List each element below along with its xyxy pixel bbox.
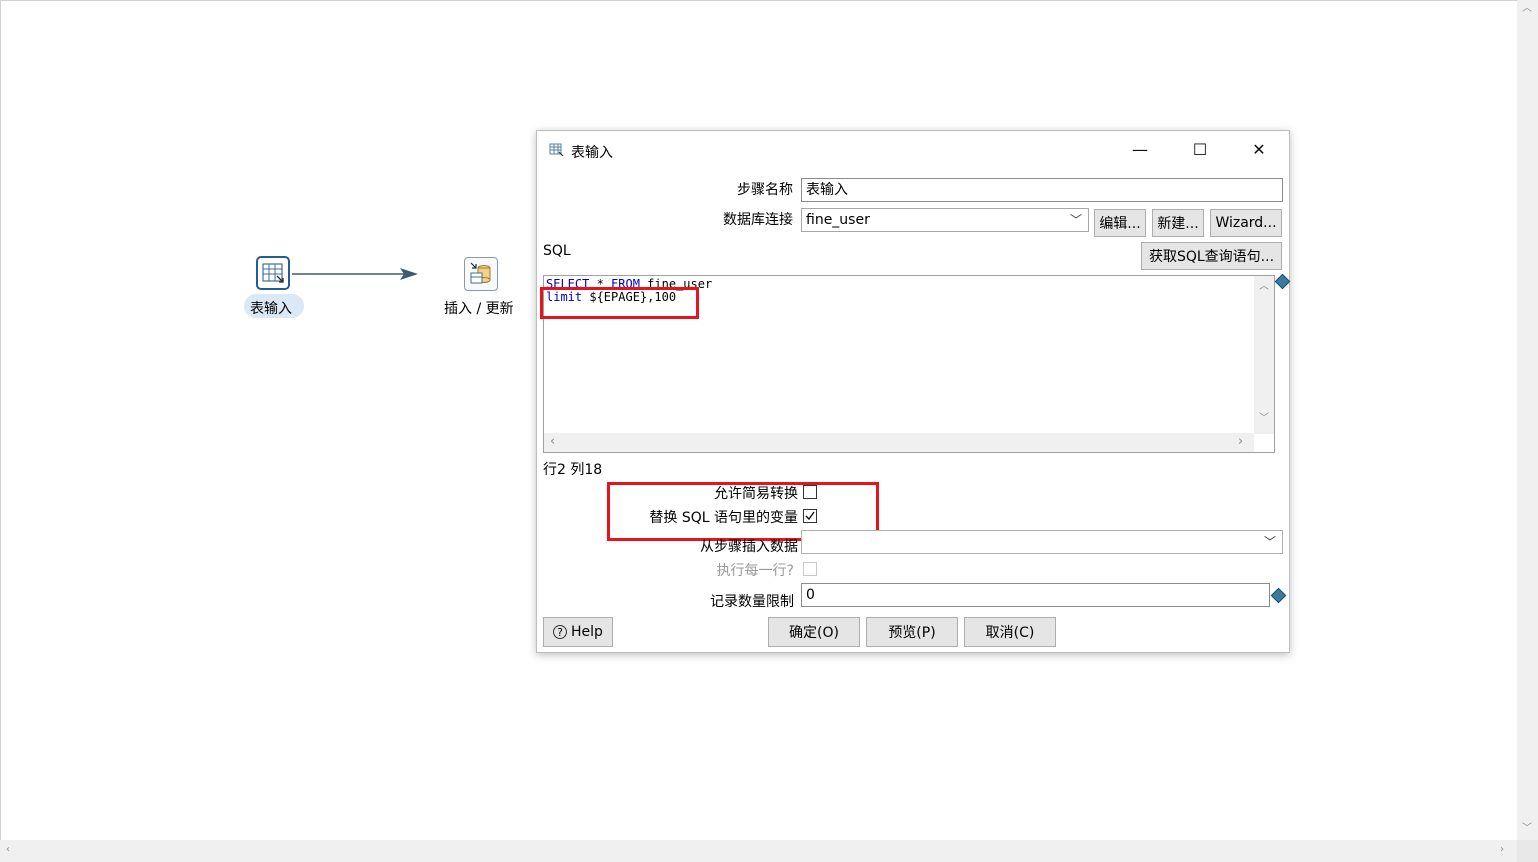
connection-label: 数据库连接 [723,212,793,228]
scroll-down-icon[interactable]: ﹀ [1259,414,1269,424]
sql-horizontal-scrollbar[interactable]: ‹ › [544,433,1254,452]
ok-button[interactable]: 确定(O) [768,617,860,647]
chevron-down-icon: ﹀ [1069,213,1082,227]
step-insert-update-label[interactable]: 插入 / 更新 [444,298,514,318]
wizard-button[interactable]: Wizard... [1210,209,1282,237]
variable-icon [1274,273,1291,290]
step-name-label: 步骤名称 [737,182,793,198]
insert-update-icon [470,262,491,284]
new-connection-button[interactable]: 新建... [1152,209,1204,237]
edit-connection-button[interactable]: 编辑... [1094,209,1146,237]
limit-label: 记录数量限制 [710,594,794,610]
minimize-button[interactable]: — [1117,131,1163,167]
execute-each-row-checkbox[interactable] [803,562,817,576]
dialog-title: 表输入 [571,145,613,161]
table-input-dialog: 表输入 — ☐ ✕ 步骤名称 表输入 数据库连接 fine_user ﹀ 编辑.… [536,130,1291,653]
limit-input[interactable]: 0 [801,583,1270,607]
connection-value: fine_user [806,212,870,228]
insert-from-step-select[interactable]: ﹀ [801,530,1283,554]
minimize-icon: — [1132,139,1148,159]
step-table-input[interactable] [256,256,290,290]
close-icon: ✕ [1252,139,1266,159]
step-insert-update[interactable] [464,257,498,291]
cancel-button[interactable]: 取消(C) [964,617,1056,647]
maximize-icon: ☐ [1192,139,1208,159]
sql-label: SQL [543,243,571,259]
execute-each-row-label: 执行每一行? [716,563,794,579]
chevron-down-icon: ﹀ [1263,535,1276,549]
scroll-right-icon[interactable]: › [1238,435,1243,448]
scroll-up-icon[interactable]: ︿ [1259,282,1269,292]
help-button-label: Help [571,624,603,640]
get-sql-button[interactable]: 获取SQL查询语句... [1141,242,1282,270]
step-name-input[interactable]: 表输入 [801,178,1283,202]
close-button[interactable]: ✕ [1236,131,1282,167]
highlight-box-sql [540,287,699,319]
step-table-input-label[interactable]: 表输入 [250,298,292,318]
sql-vertical-scrollbar[interactable]: ︿ ﹀ [1254,276,1274,434]
connection-select[interactable]: fine_user ﹀ [801,208,1089,232]
preview-button[interactable]: 预览(P) [866,617,958,647]
dialog-table-icon [549,143,564,157]
variable-icon [1270,587,1287,604]
maximize-button[interactable]: ☐ [1177,131,1223,167]
cursor-position: 行2 列18 [543,462,603,478]
scroll-left-icon[interactable]: ‹ [550,435,555,448]
help-button[interactable]: ? Help [543,617,613,647]
table-input-icon [262,263,284,283]
help-icon: ? [553,625,568,639]
insert-from-step-label: 从步骤插入数据 [700,539,798,555]
